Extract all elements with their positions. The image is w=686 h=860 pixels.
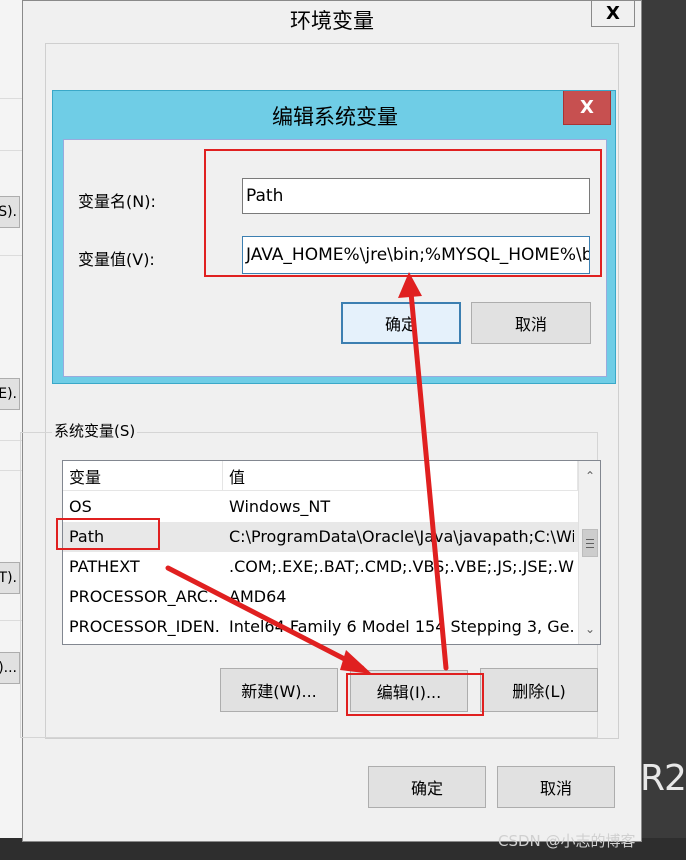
arrow-edit-to-field (407, 279, 449, 671)
arrowhead-edit (340, 650, 372, 674)
annotation-arrows (165, 272, 449, 674)
watermark: CSDN @小志的博客 (498, 832, 636, 850)
arrow-path-to-edit (165, 565, 365, 671)
arrowhead-field (398, 272, 422, 298)
